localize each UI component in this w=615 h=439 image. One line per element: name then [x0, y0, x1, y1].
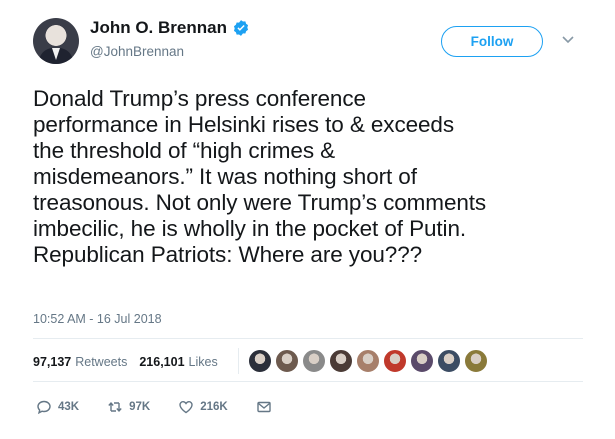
reply-count: 43K: [58, 401, 80, 413]
retweet-count: 97K: [129, 401, 151, 413]
verified-badge-icon: [233, 20, 249, 36]
like-count: 216K: [200, 401, 228, 413]
liker-avatar[interactable]: [329, 349, 353, 373]
like-button[interactable]: 216K: [178, 399, 228, 415]
tweet-actions: 43K 97K 216K: [36, 397, 306, 417]
heart-icon: [179, 400, 193, 414]
name-row: John O. Brennan: [90, 18, 250, 38]
chevron-down-icon[interactable]: [562, 35, 574, 45]
reply-button[interactable]: 43K: [36, 399, 79, 415]
liker-avatar[interactable]: [356, 349, 380, 373]
tweet-stats: 97,137 Retweets 216,101 Likes: [33, 348, 239, 374]
reply-icon: [37, 400, 51, 415]
stats-separator: [238, 348, 239, 374]
avatar[interactable]: [33, 18, 79, 64]
liker-avatar[interactable]: [410, 349, 434, 373]
liker-avatar[interactable]: [383, 349, 407, 373]
tweet-text: Donald Trump’s press conference performa…: [33, 86, 487, 267]
likes-count[interactable]: 216,101: [139, 355, 184, 369]
retweet-button[interactable]: 97K: [107, 399, 150, 415]
liker-avatar[interactable]: [437, 349, 461, 373]
timestamp[interactable]: 10:52 AM - 16 Jul 2018: [33, 312, 162, 326]
envelope-icon: [257, 401, 271, 413]
follow-button[interactable]: Follow: [441, 26, 543, 57]
liker-avatar[interactable]: [302, 349, 326, 373]
divider: [33, 381, 583, 382]
message-button[interactable]: [256, 399, 278, 415]
retweet-icon: [108, 401, 122, 413]
retweets-label[interactable]: Retweets: [75, 355, 127, 369]
handle[interactable]: @JohnBrennan: [90, 44, 184, 59]
likes-label[interactable]: Likes: [189, 355, 218, 369]
divider: [33, 338, 583, 339]
liker-avatar[interactable]: [464, 349, 488, 373]
liker-avatar[interactable]: [248, 349, 272, 373]
likers-avatars[interactable]: [248, 349, 491, 373]
display-name[interactable]: John O. Brennan: [90, 18, 227, 38]
tweet-header: John O. Brennan @JohnBrennan Follow: [0, 0, 615, 78]
liker-avatar[interactable]: [275, 349, 299, 373]
retweets-count[interactable]: 97,137: [33, 355, 71, 369]
